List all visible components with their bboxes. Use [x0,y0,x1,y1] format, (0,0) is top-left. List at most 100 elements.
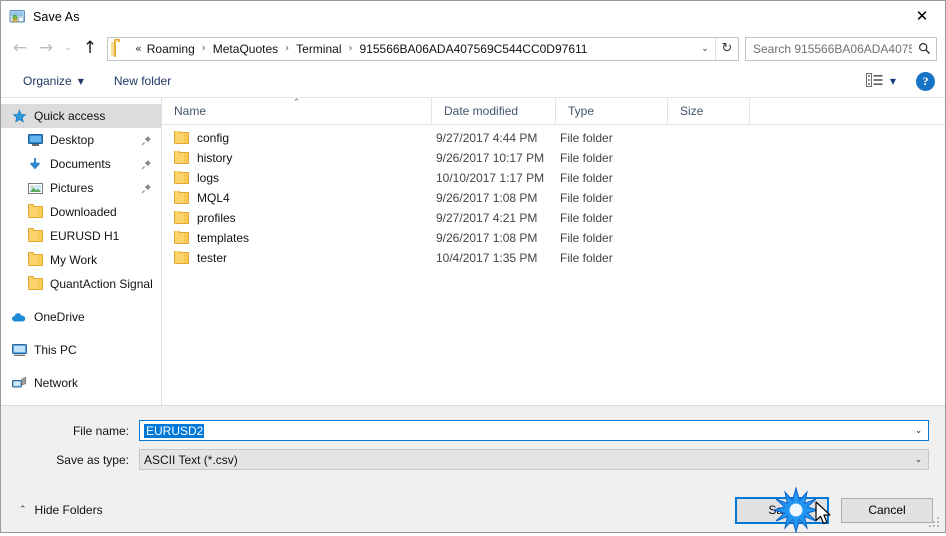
save-button[interactable]: Save [735,496,829,524]
address-dropdown-button[interactable]: ⌄ [695,38,715,60]
sidebar-item-network[interactable]: Network [1,371,161,395]
resize-grip[interactable] [929,517,941,529]
file-name-label: templates [197,231,250,245]
breadcrumb-item-terminal-id[interactable]: 915566BA06ADA407569C544CC0D97611 [358,41,590,57]
chevron-down-icon[interactable]: ⌄ [909,450,928,469]
sidebar-item-quick-access[interactable]: Quick access [1,104,161,128]
table-row[interactable]: logs 10/10/2017 1:17 PM File folder [162,168,945,188]
chevron-down-icon[interactable]: ⌄ [909,421,928,440]
sidebar-item-label: QuantAction Signal [50,277,153,291]
organize-button[interactable]: Organize ▼ [15,70,92,92]
sidebar-item-my-work[interactable]: My Work [1,248,161,272]
folder-icon [174,131,189,144]
up-button[interactable]: ↑ [77,36,103,62]
breadcrumb-item-metaquotes[interactable]: MetaQuotes [211,41,280,57]
search-box[interactable]: Search 915566BA06ADA40756... [745,36,937,61]
back-icon: ← [12,38,28,58]
file-name-input[interactable]: EURUSD2 ⌄ [139,420,929,441]
file-rows: config 9/27/2017 4:44 PM File folder his… [162,125,945,405]
chevron-down-icon: ▼ [77,76,84,86]
sidebar-item-documents[interactable]: Documents [1,152,161,176]
file-type-cell: File folder [560,191,613,205]
hide-folders-button[interactable]: ⌃ Hide Folders [15,500,107,520]
save-as-type-select[interactable]: ASCII Text (*.csv) ⌄ [139,449,929,470]
file-name-cell: history [162,151,432,165]
back-button[interactable]: ← [7,36,33,62]
breadcrumb-separator-icon: › [348,43,353,54]
file-list-pane: ⌃ Name Date modified Type Size config 9/… [162,98,945,405]
view-mode-button[interactable]: ▼ [860,70,902,93]
search-input[interactable]: Search 915566BA06ADA40756... [746,42,912,56]
column-header-label: Size [680,104,704,118]
sidebar-item-onedrive[interactable]: OneDrive [1,305,161,329]
chevron-up-icon: ⌃ [19,505,27,515]
sidebar-item-label: OneDrive [34,310,85,324]
forward-button[interactable]: → [33,36,59,62]
save-button-label: Save [768,503,796,517]
file-type-cell: File folder [560,211,613,225]
address-bar[interactable]: « Roaming › MetaQuotes › Terminal › 9155… [107,36,739,61]
folder-icon [114,40,130,57]
breadcrumb-overflow-icon[interactable]: « [135,42,145,55]
column-header-name[interactable]: ⌃ Name [162,98,432,124]
table-row[interactable]: history 9/26/2017 10:17 PM File folder [162,148,945,168]
sort-ascending-icon: ⌃ [292,98,301,108]
file-name-cell: profiles [162,211,432,225]
chevron-down-icon: ▼ [889,76,896,86]
sidebar-item-this-pc[interactable]: This PC [1,338,161,362]
folder-icon [27,204,43,220]
recent-locations-button[interactable]: ⌄ [59,36,77,62]
save-form: File name: EURUSD2 ⌄ Save as type: ASCII… [1,405,945,488]
refresh-button[interactable]: ↻ [715,37,738,60]
folder-icon [174,251,189,264]
save-as-type-row: Save as type: ASCII Text (*.csv) ⌄ [17,449,929,470]
file-name-value[interactable]: EURUSD2 [140,423,909,438]
column-header-size[interactable]: Size [668,98,750,124]
file-type-cell: File folder [560,231,613,245]
help-button[interactable]: ? [916,71,935,91]
file-name-label: profiles [197,211,236,225]
onedrive-icon [11,309,27,325]
file-type-cell: File folder [560,151,613,165]
breadcrumb-item-roaming[interactable]: Roaming [145,41,197,57]
cancel-button[interactable]: Cancel [841,497,933,523]
column-header-type[interactable]: Type [556,98,668,124]
table-row[interactable]: MQL4 9/26/2017 1:08 PM File folder [162,188,945,208]
close-icon: ✕ [915,7,929,25]
sidebar-item-quantaction-signal[interactable]: QuantAction Signal [1,272,161,296]
save-as-type-value: ASCII Text (*.csv) [144,452,238,467]
file-date-cell: 9/27/2017 4:44 PM [436,131,538,145]
column-header-date-modified[interactable]: Date modified [432,98,556,124]
close-button[interactable]: ✕ [899,1,945,32]
file-date-cell: 10/4/2017 1:35 PM [436,251,538,265]
column-header-label: Type [568,104,595,118]
sidebar-item-label: Desktop [50,133,95,147]
title-bar: Save As ✕ [1,1,945,32]
file-name-selected-text: EURUSD2 [144,423,205,438]
chevron-down-icon: ⌄ [64,43,72,53]
folder-icon [174,151,189,164]
arrow-up-icon: ↑ [82,38,98,58]
new-folder-button[interactable]: New folder [106,70,179,92]
breadcrumb-item-terminal[interactable]: Terminal [294,41,343,57]
thispc-icon [11,342,27,358]
sidebar-item-label: My Work [50,253,98,267]
sidebar-item-desktop[interactable]: Desktop [1,128,161,152]
forward-icon: → [38,38,54,58]
file-name-label: logs [197,171,220,185]
view-list-icon [865,72,883,90]
dialog-body: Quick access Desktop Documents Pictures … [1,98,945,405]
sidebar-item-label: Pictures [50,181,94,195]
table-row[interactable]: templates 9/26/2017 1:08 PM File folder [162,228,945,248]
sidebar-item-pictures[interactable]: Pictures [1,176,161,200]
file-date-cell: 9/27/2017 4:21 PM [436,211,538,225]
table-row[interactable]: config 9/27/2017 4:44 PM File folder [162,128,945,148]
file-type-cell: File folder [560,131,613,145]
file-type-cell: File folder [560,251,613,265]
sidebar-item-downloaded[interactable]: Downloaded [1,200,161,224]
sidebar-item-eurusd-h1[interactable]: EURUSD H1 [1,224,161,248]
column-header-label: Date modified [444,104,519,118]
table-row[interactable]: tester 10/4/2017 1:35 PM File folder [162,248,945,268]
table-row[interactable]: profiles 9/27/2017 4:21 PM File folder [162,208,945,228]
